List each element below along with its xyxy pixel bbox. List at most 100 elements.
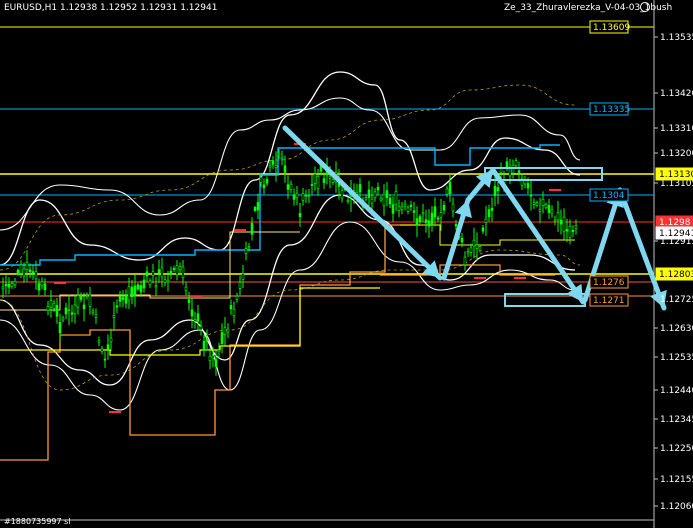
candle-body — [100, 348, 104, 352]
price-tag-label: 1.1304 — [593, 191, 625, 201]
candle-body — [373, 191, 377, 199]
candle-body — [487, 209, 491, 217]
candle-body — [40, 281, 44, 286]
candle-body — [553, 219, 557, 222]
candle-body — [466, 251, 470, 254]
price-tick-label: 1.13535 — [660, 33, 693, 43]
candle-body — [136, 284, 140, 290]
price-chart[interactable]: 1.135351.134201.133101.132001.131051.129… — [0, 0, 693, 528]
candle-body — [346, 199, 350, 202]
candle-body — [124, 294, 128, 304]
candle-body — [121, 297, 125, 300]
price-tick-label: 1.12345 — [660, 415, 693, 425]
candle-body — [400, 206, 404, 210]
candle-body — [514, 160, 518, 167]
candle-body — [571, 229, 575, 233]
candle-body — [112, 315, 116, 318]
price-tick-label: 1.12250 — [660, 444, 693, 454]
candle-body — [307, 195, 311, 197]
candle-body — [271, 160, 275, 165]
candle-body — [10, 283, 14, 287]
candle-body — [172, 268, 176, 270]
candle-body — [151, 271, 155, 276]
candle-body — [208, 355, 212, 361]
candle-body — [202, 340, 206, 351]
candle-body — [505, 161, 509, 167]
candle-body — [460, 237, 464, 243]
candle-body — [118, 296, 122, 302]
candle-body — [67, 308, 71, 311]
candle-body — [331, 179, 335, 183]
chart-window[interactable]: 1.135351.134201.133101.132001.131051.129… — [0, 0, 693, 528]
candle-body — [367, 189, 371, 198]
candle-body — [454, 224, 458, 227]
candle-body — [190, 309, 194, 317]
price-tag-label: 1.13609 — [593, 23, 630, 33]
candle-body — [313, 173, 317, 184]
candle-body — [79, 295, 83, 300]
candle-body — [448, 182, 452, 195]
candle-body — [328, 175, 332, 179]
candle-body — [469, 247, 473, 253]
candle-body — [427, 220, 431, 227]
candle-body — [322, 178, 326, 183]
candle-body — [379, 197, 383, 201]
candle-body — [478, 246, 482, 251]
candle-body — [37, 283, 41, 291]
candle-body — [25, 262, 29, 271]
candle-body — [304, 195, 308, 197]
candle-body — [34, 271, 38, 280]
candle-body — [391, 204, 395, 214]
candle-body — [58, 322, 62, 334]
candle-body — [541, 198, 545, 206]
candle-body — [139, 285, 143, 293]
candle-body — [529, 194, 533, 197]
candle-body — [442, 204, 446, 211]
candle-body — [481, 227, 485, 232]
candle-body — [262, 184, 266, 189]
candle-body — [163, 279, 167, 283]
price-tag-label: 1.12803 — [659, 270, 693, 280]
candle-body — [412, 210, 416, 213]
candle-body — [439, 212, 443, 218]
candle-body — [424, 219, 428, 223]
candle-body — [277, 152, 281, 156]
candle-body — [73, 304, 77, 314]
candle-body — [316, 175, 320, 189]
candle-body — [565, 229, 569, 232]
candle-body — [130, 286, 134, 298]
candle-body — [433, 206, 437, 218]
candle-body — [430, 212, 434, 225]
price-tick-label: 1.13420 — [660, 89, 693, 99]
candle-body — [340, 190, 344, 199]
candle-body — [292, 194, 296, 200]
candle-body — [451, 203, 455, 212]
candle-body — [169, 270, 173, 275]
candle-body — [4, 283, 8, 287]
candle-body — [214, 359, 218, 367]
candle-body — [61, 317, 65, 321]
candle-body — [31, 271, 35, 274]
candle-body — [97, 340, 101, 343]
candle-body — [115, 305, 119, 308]
candle-body — [103, 358, 107, 361]
candle-body — [475, 244, 479, 250]
candle-body — [421, 212, 425, 215]
candle-body — [238, 282, 242, 289]
candle-body — [1, 286, 5, 290]
candle-body — [283, 165, 287, 173]
candle-body — [406, 207, 410, 212]
candle-body — [160, 267, 164, 278]
candle-body — [376, 186, 380, 191]
candle-body — [28, 269, 32, 273]
candle-body — [13, 281, 17, 286]
candle-body — [301, 193, 305, 201]
candle-body — [85, 295, 89, 297]
candle-body — [556, 212, 560, 221]
candle-body — [256, 202, 260, 211]
candle-body — [574, 225, 578, 229]
candle-body — [127, 286, 131, 301]
candle-body — [133, 285, 137, 297]
candle-body — [526, 183, 530, 189]
candle-body — [154, 285, 158, 288]
